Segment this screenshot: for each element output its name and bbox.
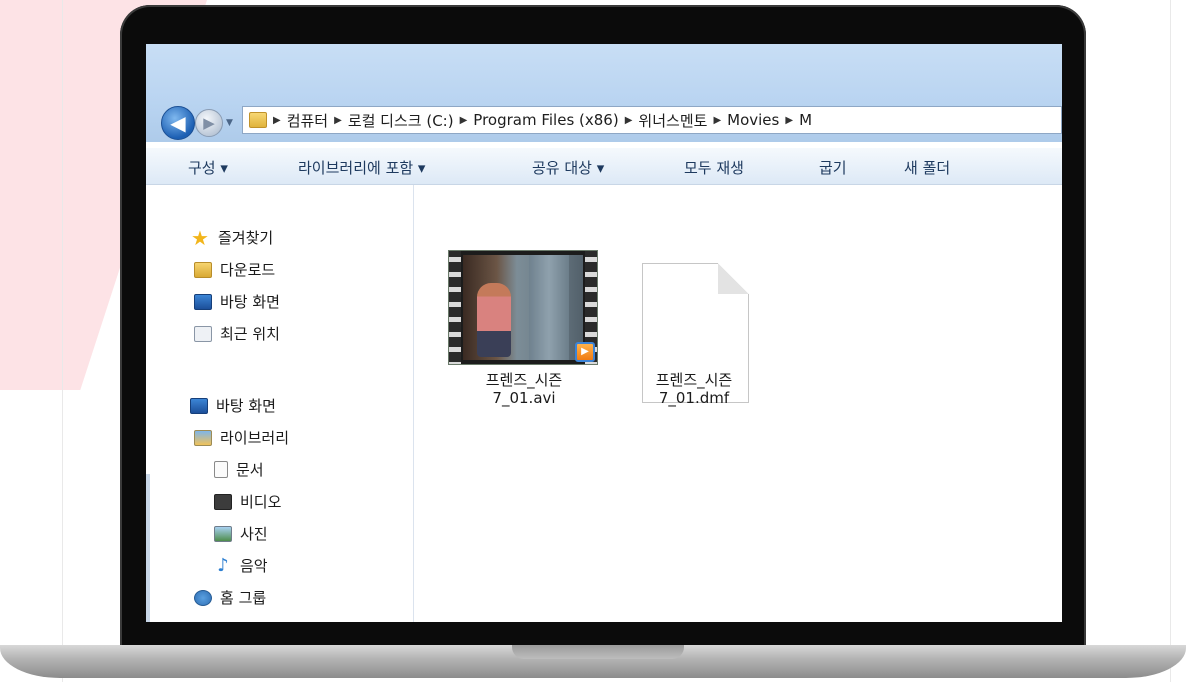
nav-item-documents[interactable]: 문서 [214,459,264,480]
forward-button[interactable]: ▶ [195,109,223,137]
chevron-right-icon[interactable]: ▶ [785,115,793,126]
explorer-window: ◀ ▶ ▼ ▶ 컴퓨터 ▶ 로컬 디스크 (C:) ▶ Program File… [146,44,1062,622]
file-name-line: 프렌즈_시즌 [655,371,733,389]
picture-icon [214,525,232,542]
nav-item-label: 홈 그룹 [220,589,267,607]
share-with-button[interactable]: 공유 대상 ▾ [532,157,604,178]
new-folder-button[interactable]: 새 폴더 [904,157,950,178]
star-icon: ★ [191,225,209,250]
nav-item-desktop-favorite[interactable]: 바탕 화면 [194,291,280,312]
play-all-button[interactable]: 모두 재생 [684,157,744,178]
burn-button[interactable]: 굽기 [819,157,847,178]
nav-item-pictures[interactable]: 사진 [214,523,268,544]
file-list: ▶ 프렌즈_시즌 7_01.avi 프렌즈_시즌 7_01.dmf [414,185,1062,622]
file-name-line: 7_01.dmf [658,389,730,407]
navigation-pane: ★ 즐겨찾기 다운로드 바탕 화면 최근 위치 바탕 화면 라이브러리 문서 비… [146,185,414,622]
laptop-notch [512,645,684,659]
file-item-dmf[interactable]: 프렌즈_시즌 7_01.dmf [614,371,774,407]
chevron-right-icon[interactable]: ▶ [713,115,721,126]
nav-item-label: 문서 [236,461,264,479]
nav-item-label: 바탕 화면 [216,397,276,415]
pane-scrollbar[interactable] [146,474,150,622]
recent-places-icon [194,325,212,342]
nav-item-videos[interactable]: 비디오 [214,491,281,512]
chevron-right-icon[interactable]: ▶ [625,115,633,126]
arrow-right-icon: ▶ [203,114,215,132]
video-icon [214,493,232,510]
nav-item-label: 라이브러리 [220,429,290,447]
breadcrumb-truncated[interactable]: M [799,111,812,129]
document-icon [214,461,228,478]
nav-item-label: 즐겨찾기 [218,229,274,247]
page-guide-line [62,0,63,682]
breadcrumb-local-disk[interactable]: 로컬 디스크 (C:) [348,110,454,131]
breadcrumb-winners-mentor[interactable]: 위너스멘토 [638,110,707,131]
nav-item-downloads[interactable]: 다운로드 [194,259,275,280]
nav-item-homegroup[interactable]: 홈 그룹 [194,587,266,608]
video-thumbnail[interactable]: ▶ [448,250,598,365]
nav-item-recent-places[interactable]: 최근 위치 [194,323,280,344]
nav-item-desktop[interactable]: 바탕 화면 [190,395,276,416]
chevron-right-icon[interactable]: ▶ [273,115,281,126]
include-in-library-button[interactable]: 라이브러리에 포함 ▾ [298,157,425,178]
breadcrumb-computer[interactable]: 컴퓨터 [287,110,328,131]
nav-item-label: 비디오 [240,493,282,511]
nav-item-favorites[interactable]: ★ 즐겨찾기 [190,227,273,248]
file-item-avi[interactable]: 프렌즈_시즌 7_01.avi [444,371,604,407]
video-frame-door [529,255,569,360]
video-frame [463,255,583,360]
nav-item-label: 사진 [240,525,268,543]
downloads-folder-icon [194,261,212,278]
nav-item-label: 바탕 화면 [220,293,280,311]
film-strip [449,251,461,364]
desktop-icon [194,293,212,310]
address-bar[interactable]: ▶ 컴퓨터 ▶ 로컬 디스크 (C:) ▶ Program Files (x86… [242,106,1062,134]
video-frame-person [477,283,511,357]
file-name-line: 프렌즈_시즌 [485,371,563,389]
homegroup-icon [194,589,212,606]
breadcrumb-program-files[interactable]: Program Files (x86) [473,111,618,129]
command-toolbar: 구성 ▾ 라이브러리에 포함 ▾ 공유 대상 ▾ 모두 재생 굽기 새 폴더 [146,148,1062,185]
nav-item-label: 최근 위치 [220,325,280,343]
back-button[interactable]: ◀ [161,106,195,140]
document-fold [718,263,749,294]
breadcrumb-movies[interactable]: Movies [727,111,779,129]
history-dropdown-icon[interactable]: ▼ [226,118,233,128]
libraries-icon [194,429,212,446]
nav-item-label: 다운로드 [220,261,276,279]
file-name-line: 7_01.avi [492,389,556,407]
chevron-right-icon[interactable]: ▶ [460,115,468,126]
play-badge-icon: ▶ [575,342,595,362]
nav-item-music[interactable]: ♪ 음악 [214,554,268,576]
nav-item-libraries[interactable]: 라이브러리 [194,427,289,448]
desktop-icon [190,397,208,414]
music-note-icon: ♪ [217,554,229,576]
arrow-left-icon: ◀ [170,111,186,135]
organize-button[interactable]: 구성 ▾ [188,157,228,178]
nav-item-label: 음악 [240,557,268,575]
folder-icon [249,112,267,128]
page-guide-line [1170,0,1171,682]
chevron-right-icon[interactable]: ▶ [334,115,342,126]
